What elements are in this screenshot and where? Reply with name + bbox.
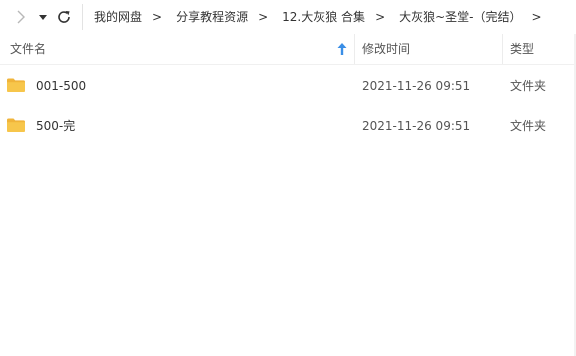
refresh-icon [58,11,70,23]
file-modified-date: 2021-11-26 09:51 [362,119,471,133]
breadcrumb-item-shared-resources[interactable]: 分享教程资源 [166,0,254,34]
dropdown-arrow-icon [39,15,47,20]
file-modified-date: 2021-11-26 09:51 [362,79,471,93]
address-bar: 我的网盘 > 分享教程资源 > 12.大灰狼 合集 > 大灰狼~圣堂-（完结） … [0,0,576,34]
folder-icon [7,78,25,92]
breadcrumb-separator[interactable]: > [254,0,272,34]
sort-ascending-icon[interactable] [336,42,348,56]
nav-separator [82,4,83,30]
column-header-date[interactable]: 修改时间 [362,34,497,64]
breadcrumb-item-current[interactable]: 大灰狼~圣堂-（完结） [389,0,527,34]
refresh-button[interactable] [55,8,73,26]
breadcrumb-separator[interactable]: > [148,0,166,34]
breadcrumb-separator[interactable]: > [528,0,546,34]
breadcrumb: 我的网盘 > 分享教程资源 > 12.大灰狼 合集 > 大灰狼~圣堂-（完结） … [84,0,546,34]
breadcrumb-item-collection[interactable]: 12.大灰狼 合集 [272,0,371,34]
file-type: 文件夹 [510,119,547,133]
file-name[interactable]: 500-完 [36,107,75,145]
folder-icon [7,118,25,132]
file-name[interactable]: 001-500 [36,67,86,105]
column-header-row: 文件名 修改时间 类型 [0,34,576,65]
breadcrumb-item-my-drive[interactable]: 我的网盘 [84,0,148,34]
column-header-name[interactable]: 文件名 [10,34,350,64]
file-row[interactable]: 500-完 2021-11-26 09:51 文件夹 [0,107,576,145]
column-header-type[interactable]: 类型 [510,34,570,64]
chevron-right-icon [17,10,25,24]
column-divider[interactable] [354,34,355,64]
breadcrumb-separator[interactable]: > [371,0,389,34]
column-divider[interactable] [502,34,503,64]
history-dropdown-button[interactable] [36,9,50,25]
file-row[interactable]: 001-500 2021-11-26 09:51 文件夹 [0,67,576,105]
file-browser-window: 我的网盘 > 分享教程资源 > 12.大灰狼 合集 > 大灰狼~圣堂-（完结） … [0,0,576,356]
file-type: 文件夹 [510,79,547,93]
forward-button[interactable] [12,8,30,26]
